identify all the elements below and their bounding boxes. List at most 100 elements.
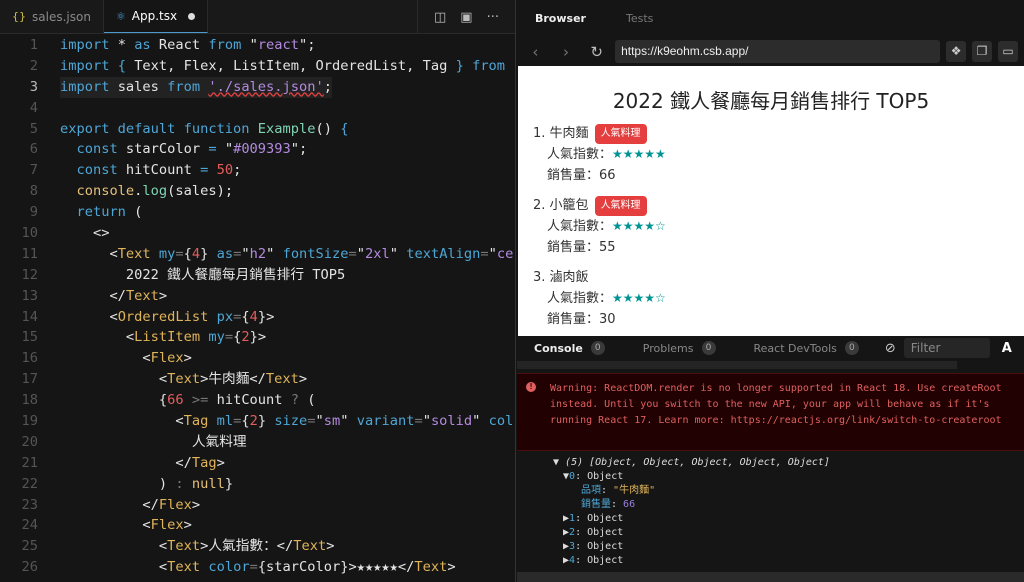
code-token: () xyxy=(315,120,341,137)
code-token: fontSize xyxy=(282,245,349,262)
code-line[interactable]: 19 <Tag ml={2} size="sm" variant="solid"… xyxy=(0,411,515,432)
code-line[interactable]: 14 <OrderedList px={4}> xyxy=(0,307,515,328)
code-line[interactable]: 20 人氣料理 xyxy=(0,432,515,453)
url-input[interactable]: https://k9eohm.csb.app/ xyxy=(615,40,941,63)
code-token: < xyxy=(60,538,168,555)
filter-input[interactable]: Filter xyxy=(903,338,990,358)
react-icon: ⚛ xyxy=(115,9,126,23)
code-line[interactable]: 17 <Text>牛肉麵</Text> xyxy=(0,369,515,390)
popular-tag: 人氣料理 xyxy=(594,195,647,216)
code-token: Flex xyxy=(150,517,184,534)
code-token: * xyxy=(109,37,135,53)
expanded-object[interactable]: ▼0: Object xyxy=(553,470,830,484)
code-token: Flex xyxy=(158,496,192,513)
clear-console-icon[interactable]: ⊘ xyxy=(885,341,896,356)
log-summary[interactable]: ▼ (5) [Object, Object, Object, Object, O… xyxy=(553,456,830,470)
collapsed-object[interactable]: ▶3: Object xyxy=(553,540,830,554)
code-line[interactable]: 15 <ListItem my={2}> xyxy=(0,327,515,348)
unsaved-dot-icon[interactable] xyxy=(187,12,195,20)
line-number: 11 xyxy=(21,245,38,262)
code-token: react xyxy=(257,37,300,53)
code-token: variant xyxy=(356,413,415,430)
code-line[interactable]: 13 </Text> xyxy=(0,286,515,307)
code-line[interactable]: 5 export default function Example() { xyxy=(0,119,515,140)
tab-problems[interactable]: Problems 0 xyxy=(643,341,716,355)
code-token: } xyxy=(224,475,234,492)
line-number: 2 xyxy=(29,57,38,74)
code-line[interactable]: 9 return ( xyxy=(0,202,515,223)
code-line[interactable]: 7 const hitCount = 50; xyxy=(0,160,515,181)
code-token: ( xyxy=(299,392,316,409)
code-line[interactable]: 6 const starColor = "#009393"; xyxy=(0,139,515,160)
code-line[interactable]: 25 <Text>人氣指數：</Text> xyxy=(0,536,515,557)
sales-label: 銷售量： xyxy=(547,240,600,255)
forward-icon[interactable]: › xyxy=(554,43,579,61)
code-line[interactable]: 3 import sales from './sales.json'; xyxy=(0,76,515,98)
devtools-icon[interactable]: ❖ xyxy=(946,41,967,62)
code-token: 50 xyxy=(216,162,234,179)
more-actions-icon[interactable]: ··· xyxy=(487,10,499,25)
code-line[interactable]: 22 ) : null} xyxy=(0,474,515,495)
line-number: 24 xyxy=(21,517,38,534)
code-token: = xyxy=(224,329,234,346)
code-token: = xyxy=(414,413,423,430)
code-token: ( xyxy=(125,204,143,221)
copy-icon[interactable]: ▭ xyxy=(998,41,1018,62)
collapsed-object[interactable]: ▶2: Object xyxy=(553,526,830,540)
code-line[interactable]: 2 import { Text, Flex, ListItem, OrderedL… xyxy=(0,56,515,77)
collapsed-object[interactable]: ▶1: Object xyxy=(553,512,830,526)
code-token: console xyxy=(76,183,135,200)
tab-react-devtools[interactable]: React DevTools 0 xyxy=(754,341,859,355)
prop-value: "牛肉麵" xyxy=(613,485,656,496)
tab-browser[interactable]: Browser xyxy=(535,12,586,25)
tab-console[interactable]: Console 0 xyxy=(534,341,605,355)
object-type: Object xyxy=(587,541,624,552)
split-editor-icon[interactable]: ◫ xyxy=(434,10,446,25)
line-number: 8 xyxy=(29,183,38,200)
tab-app-tsx[interactable]: ⚛ App.tsx xyxy=(103,0,208,33)
back-icon[interactable]: ‹ xyxy=(523,43,548,61)
code-line[interactable]: 11 <Text my={4} as="h2" fontSize="2xl" t… xyxy=(0,244,515,265)
open-new-window-icon[interactable]: ❐ xyxy=(972,41,993,62)
code-line[interactable]: 23 </Flex> xyxy=(0,495,515,516)
code-token: Text xyxy=(125,287,159,304)
line-number: 10 xyxy=(21,225,38,242)
open-preview-icon[interactable]: ▣ xyxy=(460,10,472,25)
font-size-button[interactable]: A xyxy=(1002,341,1012,356)
line-number: 3 xyxy=(29,78,38,95)
code-token: < xyxy=(60,245,118,262)
line-number: 12 xyxy=(21,266,38,283)
code-line[interactable]: 12 2022 鐵人餐廳每月銷售排行 TOP5 xyxy=(0,265,515,286)
list-item: 1. 牛肉麵 人氣料理 人氣指數： ★★★★★ 銷售量： 66 xyxy=(533,123,1024,186)
code-line[interactable]: 26 <Text color={starColor}>★★★★★</Text> xyxy=(0,557,515,578)
code-token: ml xyxy=(216,413,234,430)
tab-sales-json[interactable]: {} sales.json xyxy=(0,0,104,33)
code-area[interactable]: 1 import * as React from "react"; 2 import … xyxy=(0,35,515,578)
json-braces-icon: {} xyxy=(12,10,26,23)
object-key: 1 xyxy=(569,513,576,524)
item-name: 滷肉飯 xyxy=(549,270,589,285)
code-line[interactable]: 1 import * as React from "react"; xyxy=(0,35,515,56)
code-line[interactable]: 10 <> xyxy=(0,223,515,244)
code-token: from xyxy=(472,57,506,74)
code-line[interactable]: 21 </Tag> xyxy=(0,453,515,474)
code-line[interactable]: 8 console.log(sales); xyxy=(0,181,515,202)
code-line[interactable]: 4 xyxy=(0,98,515,119)
code-token: const xyxy=(76,141,118,158)
code-line[interactable]: 18 {66 >= hitCount ? ( xyxy=(0,390,515,411)
code-token: " xyxy=(315,413,324,430)
prop-value: 66 xyxy=(623,499,636,510)
console-input-bar[interactable] xyxy=(517,572,1024,582)
code-token: hitCount xyxy=(208,392,291,409)
refresh-icon[interactable]: ↻ xyxy=(584,43,609,61)
code-line[interactable]: 24 <Flex> xyxy=(0,515,515,536)
console-scrollbar[interactable] xyxy=(517,361,957,369)
code-line[interactable]: 16 <Flex> xyxy=(0,348,515,369)
tab-tests[interactable]: Tests xyxy=(626,12,653,25)
code-token: import xyxy=(60,78,110,95)
code-token: > xyxy=(183,350,192,367)
code-token: > xyxy=(216,454,225,471)
code-token: { xyxy=(117,57,126,74)
collapsed-object[interactable]: ▶4: Object xyxy=(553,554,830,568)
